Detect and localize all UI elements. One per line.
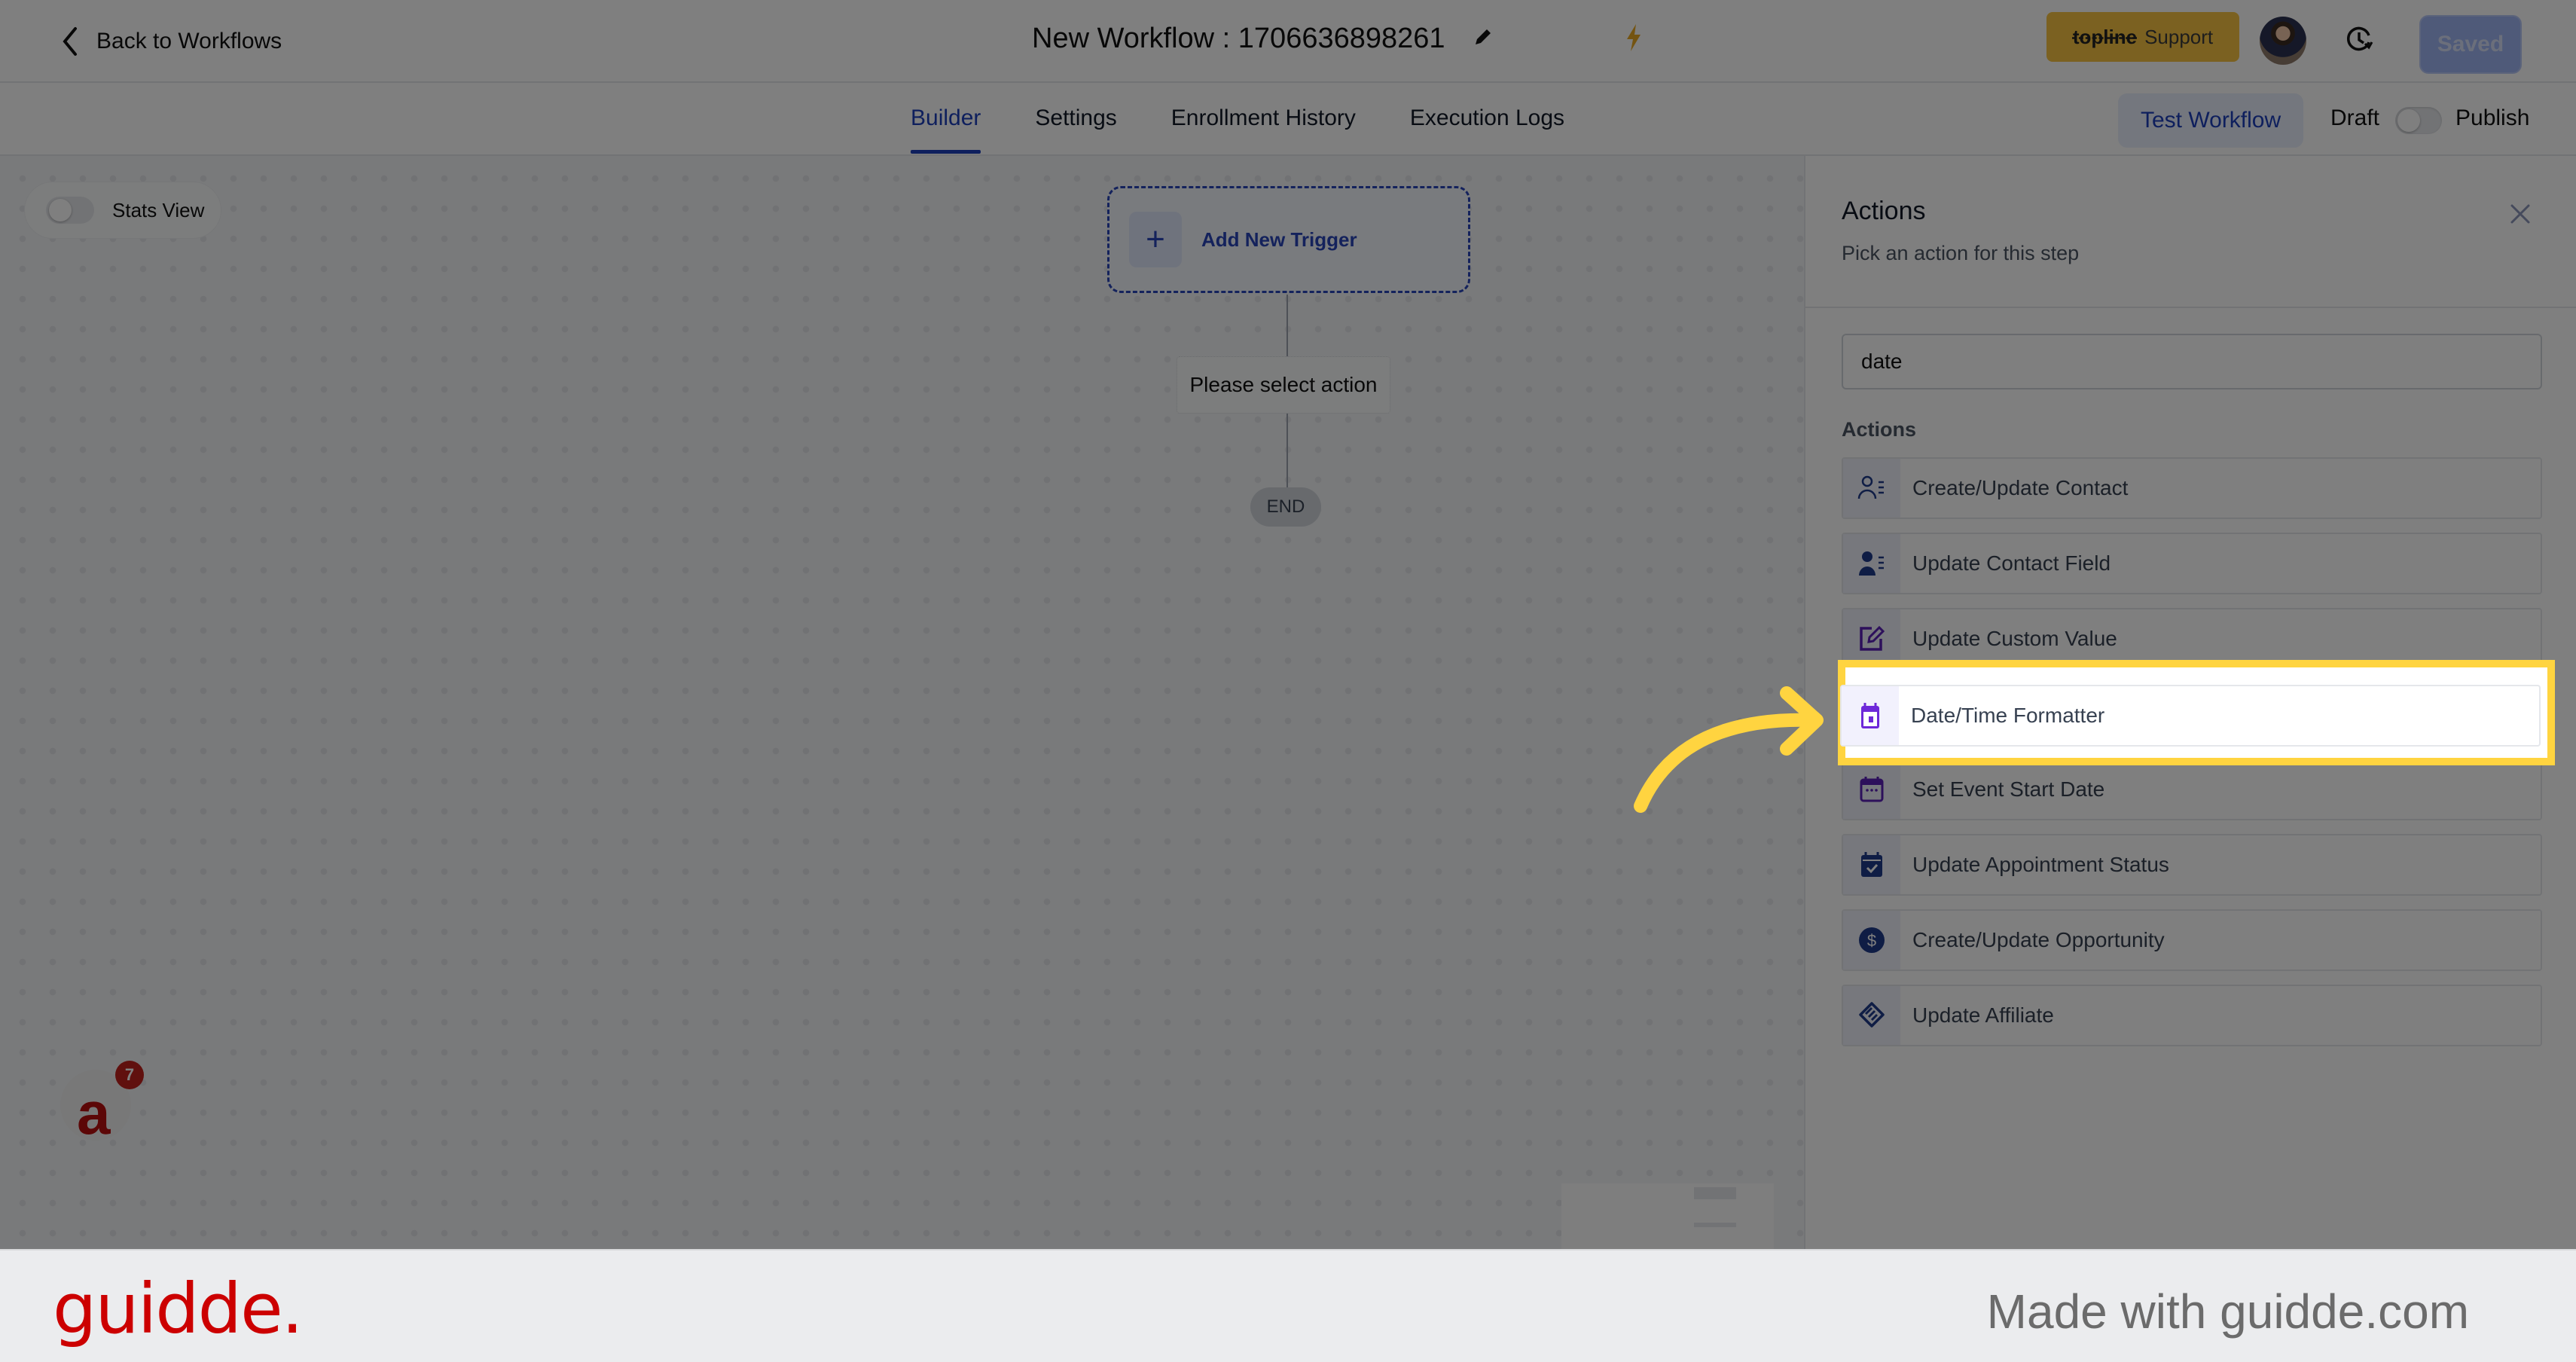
- tab-builder[interactable]: Builder: [911, 105, 981, 154]
- support-button[interactable]: topline Support: [2046, 12, 2239, 62]
- stats-switch[interactable]: [46, 197, 94, 224]
- toggle-knob: [2397, 109, 2420, 132]
- action-label: Set Event Start Date: [1912, 777, 2105, 801]
- action-search-input[interactable]: [1842, 334, 2542, 389]
- guidde-footer: guidde. Made with guidde.com: [0, 1249, 2576, 1362]
- user-avatar[interactable]: [2260, 17, 2306, 65]
- support-brand: topline: [2072, 25, 2138, 48]
- contact-outline-icon: [1857, 475, 1884, 499]
- made-with-text: Made with guidde.com: [1986, 1284, 2469, 1339]
- minimap-node: [1694, 1223, 1736, 1227]
- chat-notification-badge: 7: [115, 1061, 144, 1089]
- history-icon: [2347, 26, 2373, 51]
- action-label: Date/Time Formatter: [1911, 704, 2105, 727]
- action-item-create-update-opportunity[interactable]: $ Create/Update Opportunity: [1842, 909, 2542, 971]
- close-panel-button[interactable]: [2509, 203, 2532, 225]
- action-label: Update Contact Field: [1912, 551, 2111, 575]
- panel-header: Actions Pick an action for this step: [1805, 156, 2576, 308]
- svg-text:$: $: [1867, 931, 1876, 950]
- edit-title-button[interactable]: [1473, 26, 1494, 51]
- test-workflow-button[interactable]: Test Workflow: [2118, 93, 2304, 148]
- action-item-update-affiliate[interactable]: Update Affiliate: [1842, 985, 2542, 1046]
- saved-button[interactable]: Saved: [2419, 15, 2522, 74]
- close-icon: [2510, 204, 2530, 224]
- connector-line: [1286, 414, 1288, 487]
- tab-enrollment-history[interactable]: Enrollment History: [1171, 105, 1356, 154]
- actions-section-label: Actions: [1842, 418, 1917, 441]
- calendar-icon: [1861, 703, 1879, 728]
- panel-title: Actions: [1842, 197, 1926, 225]
- highlighted-action-wrapper: Date/Time Formatter: [1840, 685, 2541, 747]
- workflow-builder-app: Back to Workflows New Workflow : 1706636…: [0, 0, 2576, 1251]
- action-item-date-time-formatter[interactable]: Date/Time Formatter: [1840, 685, 2541, 747]
- minimap-node: [1694, 1187, 1736, 1199]
- workflow-canvas[interactable]: Stats View + Add New Trigger Please sele…: [0, 156, 1804, 1251]
- action-label: Update Affiliate: [1912, 1003, 2054, 1027]
- add-new-trigger-node[interactable]: + Add New Trigger: [1107, 186, 1470, 293]
- history-button[interactable]: [2344, 24, 2374, 58]
- calendar-dots-icon: [1860, 777, 1884, 802]
- action-label: Update Custom Value: [1912, 627, 2117, 650]
- chat-logo-icon: a: [77, 1080, 111, 1141]
- action-label: Update Appointment Status: [1912, 853, 2169, 876]
- chevron-left-icon: [63, 27, 77, 56]
- action-item-update-contact-field[interactable]: Update Contact Field: [1842, 533, 2542, 594]
- workflow-title: New Workflow : 1706636898261: [1032, 23, 1445, 54]
- action-item-set-event-start-date[interactable]: Set Event Start Date: [1842, 759, 2542, 820]
- calendar-check-icon: [1861, 852, 1882, 877]
- action-item-update-appointment-status[interactable]: Update Appointment Status: [1842, 834, 2542, 896]
- connector-line: [1286, 295, 1288, 356]
- stats-view-toggle[interactable]: Stats View: [24, 182, 221, 239]
- back-label: Back to Workflows: [96, 29, 282, 53]
- add-trigger-label: Add New Trigger: [1201, 228, 1357, 251]
- bolt-icon: [1623, 23, 1644, 56]
- action-label: Create/Update Opportunity: [1912, 928, 2165, 951]
- action-label: Create/Update Contact: [1912, 476, 2129, 499]
- top-bar: Back to Workflows New Workflow : 1706636…: [0, 0, 2576, 83]
- panel-subtitle: Pick an action for this step: [1842, 242, 2080, 264]
- draft-label: Draft: [2330, 105, 2380, 130]
- tabs-bar: Builder Settings Enrollment History Exec…: [0, 83, 2576, 156]
- publish-toggle[interactable]: [2395, 107, 2442, 134]
- contact-solid-icon: [1859, 551, 1884, 576]
- guidde-logo: guidde.: [53, 1269, 304, 1349]
- handshake-icon: [1859, 1002, 1885, 1028]
- back-to-workflows-link[interactable]: Back to Workflows: [60, 26, 282, 57]
- support-label: Support: [2144, 25, 2214, 48]
- publish-label: Publish: [2455, 105, 2530, 130]
- tab-settings[interactable]: Settings: [1035, 105, 1116, 154]
- tab-list: Builder Settings Enrollment History Exec…: [911, 105, 1564, 154]
- pencil-icon: [1475, 29, 1491, 44]
- tab-execution-logs[interactable]: Execution Logs: [1410, 105, 1564, 154]
- pointer-arrow-icon: [1634, 686, 1824, 813]
- placeholder-action-node[interactable]: Please select action: [1177, 356, 1390, 414]
- minimap[interactable]: [1561, 1183, 1774, 1251]
- stats-view-label: Stats View: [112, 198, 205, 221]
- end-node: END: [1250, 487, 1321, 527]
- plus-icon: +: [1129, 212, 1182, 267]
- action-item-create-update-contact[interactable]: Create/Update Contact: [1842, 457, 2542, 519]
- edit-icon: [1860, 625, 1885, 651]
- dollar-icon: $: [1859, 927, 1885, 953]
